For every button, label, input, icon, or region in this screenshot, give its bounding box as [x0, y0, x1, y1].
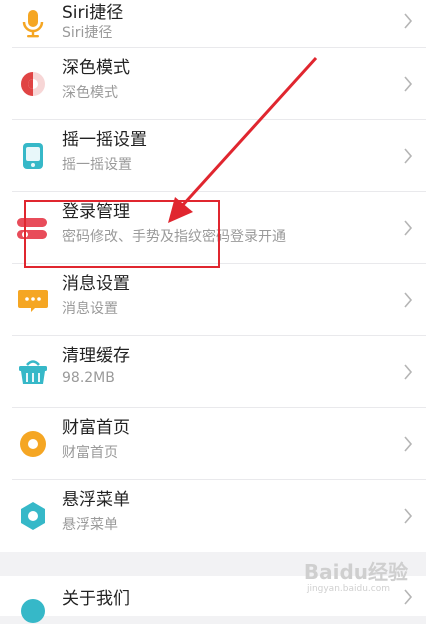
clear-cache-row[interactable]: 清理缓存 98.2MB	[0, 336, 426, 408]
chevron-right-icon	[404, 148, 413, 164]
floating-menu-row[interactable]: 悬浮菜单 悬浮菜单	[0, 480, 426, 552]
wealth-home-title: 财富首页	[62, 418, 130, 438]
shake-phone-icon	[23, 143, 43, 169]
watermark-url: jingyan.baidu.com	[306, 584, 390, 594]
floating-menu-subtitle: 悬浮菜单	[62, 517, 118, 533]
shake-settings-subtitle: 摇一摇设置	[62, 157, 132, 173]
chevron-right-icon	[404, 292, 413, 308]
clear-cache-subtitle: 98.2MB	[62, 370, 115, 386]
message-icon	[18, 290, 48, 312]
dark-mode-title: 深色模式	[62, 58, 130, 78]
wealth-home-subtitle: 财富首页	[62, 445, 118, 461]
watermark: Baidu经验	[303, 560, 408, 584]
floating-menu-title: 悬浮菜单	[62, 490, 130, 510]
message-settings-subtitle: 消息设置	[62, 301, 118, 317]
chevron-right-icon	[404, 436, 413, 452]
chevron-right-icon	[404, 13, 413, 29]
siri-shortcut-title: Siri捷径	[62, 3, 124, 23]
clear-cache-title: 清理缓存	[62, 346, 130, 366]
shake-settings-title: 摇一摇设置	[62, 130, 147, 150]
settings-list: Siri捷径 Siri捷径 深色模式 深色模式 摇一摇设置 摇一摇设置 登录管理…	[0, 0, 426, 552]
about-us-title: 关于我们	[62, 589, 130, 609]
dark-mode-subtitle: 深色模式	[62, 85, 118, 101]
chevron-right-icon	[404, 589, 413, 605]
wealth-home-row[interactable]: 财富首页 财富首页	[0, 408, 426, 480]
coin-icon	[20, 431, 46, 457]
basket-icon	[19, 360, 47, 384]
dark-mode-row[interactable]: 深色模式 深色模式	[0, 48, 426, 120]
chevron-right-icon	[404, 508, 413, 524]
dark-mode-icon	[21, 72, 45, 96]
message-settings-title: 消息设置	[62, 274, 130, 294]
shake-settings-row[interactable]: 摇一摇设置 摇一摇设置	[0, 120, 426, 192]
siri-shortcut-row[interactable]: Siri捷径 Siri捷径	[0, 0, 426, 48]
hexagon-icon	[21, 502, 45, 530]
chevron-right-icon	[404, 364, 413, 380]
message-settings-row[interactable]: 消息设置 消息设置	[0, 264, 426, 336]
chevron-right-icon	[404, 76, 413, 92]
siri-shortcut-subtitle: Siri捷径	[62, 25, 113, 41]
highlight-box	[24, 200, 220, 268]
info-icon	[21, 599, 45, 623]
microphone-icon	[22, 10, 44, 38]
chevron-right-icon	[404, 220, 413, 236]
